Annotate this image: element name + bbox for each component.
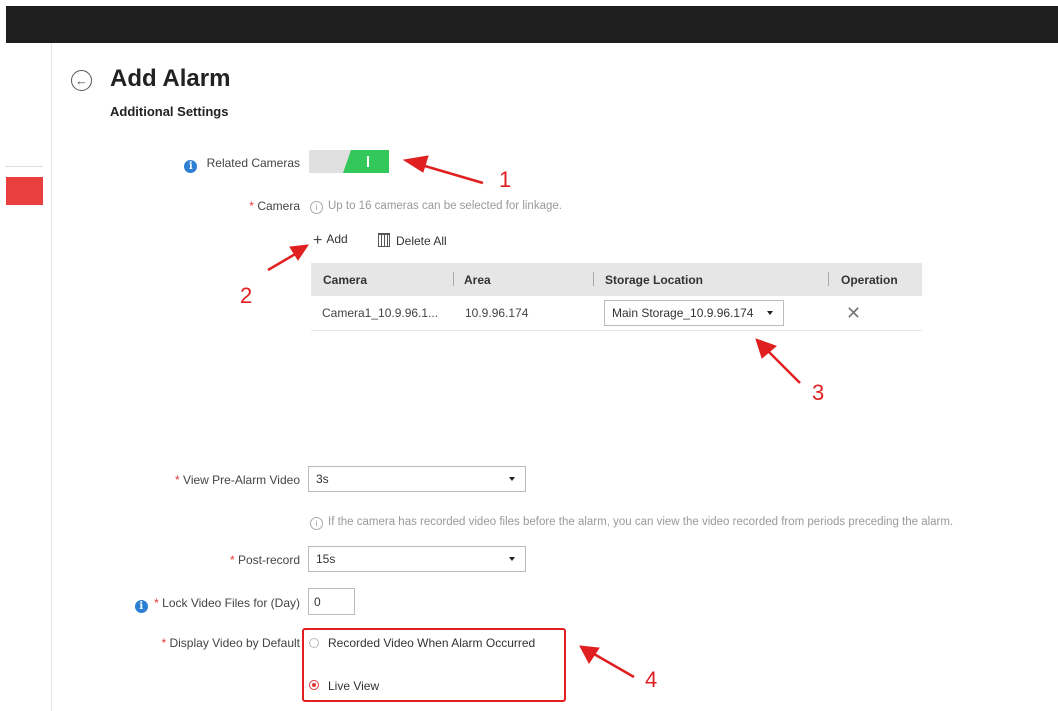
annotation-arrow-4 bbox=[593, 652, 635, 679]
post-record-value: 15s bbox=[316, 552, 336, 566]
camera-hint: Up to 16 cameras can be selected for lin… bbox=[328, 200, 562, 212]
camera-label-row: * Camera bbox=[249, 199, 300, 213]
back-arrow-icon[interactable]: ← bbox=[71, 70, 92, 91]
hint-info-icon: i bbox=[310, 517, 323, 530]
lock-video-input[interactable]: 0 bbox=[308, 588, 355, 615]
display-video-label: Display Video by Default bbox=[169, 636, 300, 650]
post-record-label: Post-record bbox=[237, 553, 300, 567]
sidebar-divider bbox=[5, 166, 43, 167]
col-operation: Operation bbox=[841, 272, 898, 287]
related-cameras-toggle[interactable] bbox=[309, 150, 389, 173]
annotation-label-2: 2 bbox=[240, 283, 253, 308]
delete-all-button[interactable]: Delete All bbox=[378, 233, 447, 248]
info-icon[interactable]: i bbox=[184, 160, 198, 173]
pre-alarm-label: View Pre-Alarm Video bbox=[183, 473, 300, 487]
chevron-down-icon bbox=[509, 477, 515, 481]
col-camera: Camera bbox=[323, 272, 368, 287]
post-record-label-row: * Post-record bbox=[229, 553, 300, 567]
chevron-down-icon bbox=[509, 557, 515, 561]
add-label: Add bbox=[326, 232, 348, 246]
related-cameras-label-row: i Related Cameras bbox=[150, 156, 300, 173]
storage-location-value: Main Storage_10.9.96.174 bbox=[612, 306, 754, 320]
display-video-label-row: * Display Video by Default bbox=[161, 636, 300, 650]
annotation-label-3: 3 bbox=[812, 380, 825, 405]
add-camera-button[interactable]: + Add bbox=[313, 232, 348, 250]
page-title: Add Alarm bbox=[110, 65, 231, 92]
pre-alarm-select[interactable]: 3s bbox=[308, 466, 526, 492]
sidebar-active-item[interactable] bbox=[6, 177, 43, 205]
camera-table: Camera Area Storage Location Operation C… bbox=[311, 263, 922, 331]
pre-alarm-value: 3s bbox=[316, 472, 329, 486]
storage-location-select[interactable]: Main Storage_10.9.96.174 bbox=[604, 300, 784, 326]
pre-alarm-hint: If the camera has recorded video files b… bbox=[328, 516, 954, 528]
related-cameras-label: Related Cameras bbox=[206, 156, 300, 170]
delete-all-label: Delete All bbox=[396, 234, 447, 248]
lock-video-label-row: i * Lock Video Files for (Day) bbox=[110, 596, 300, 613]
annotation-label-4: 4 bbox=[645, 667, 658, 692]
toggle-on-indicator bbox=[367, 156, 369, 167]
pre-alarm-label-row: * View Pre-Alarm Video bbox=[175, 473, 300, 487]
toggle-on-segment bbox=[343, 150, 389, 173]
hint-info-icon: i bbox=[310, 201, 323, 214]
col-separator bbox=[828, 272, 829, 286]
camera-hint-row: i Up to 16 cameras can be selected for li… bbox=[310, 200, 562, 214]
plus-icon: + bbox=[313, 232, 323, 249]
col-separator bbox=[453, 272, 454, 286]
lock-video-label: Lock Video Files for (Day) bbox=[162, 596, 300, 610]
table-row: Camera1_10.9.96.1... 10.9.96.174 Main St… bbox=[311, 296, 922, 331]
col-separator bbox=[593, 272, 594, 286]
annotation-highlight-box bbox=[302, 628, 566, 702]
annotation-label-1: 1 bbox=[499, 167, 512, 192]
remove-row-close-icon[interactable]: ✕ bbox=[846, 296, 861, 330]
lock-video-value: 0 bbox=[314, 594, 321, 609]
post-record-select[interactable]: 15s bbox=[308, 546, 526, 572]
table-header: Camera Area Storage Location Operation bbox=[311, 263, 922, 296]
pre-alarm-hint-row: i If the camera has recorded video files … bbox=[310, 516, 953, 530]
sidebar bbox=[0, 43, 52, 711]
col-area: Area bbox=[464, 272, 491, 287]
page-subtitle: Additional Settings bbox=[110, 104, 229, 119]
annotation-arrow-2 bbox=[267, 251, 298, 272]
info-icon[interactable]: i bbox=[134, 600, 148, 613]
camera-label: Camera bbox=[257, 199, 300, 213]
col-storage-location: Storage Location bbox=[605, 272, 704, 287]
top-bar bbox=[6, 6, 1058, 43]
row-area: 10.9.96.174 bbox=[465, 306, 529, 320]
chevron-down-icon bbox=[767, 311, 773, 315]
row-camera: Camera1_10.9.96.1... bbox=[322, 306, 439, 320]
annotation-arrow-3 bbox=[765, 348, 801, 384]
annotation-arrow-1 bbox=[417, 162, 484, 185]
trash-icon bbox=[378, 233, 390, 247]
